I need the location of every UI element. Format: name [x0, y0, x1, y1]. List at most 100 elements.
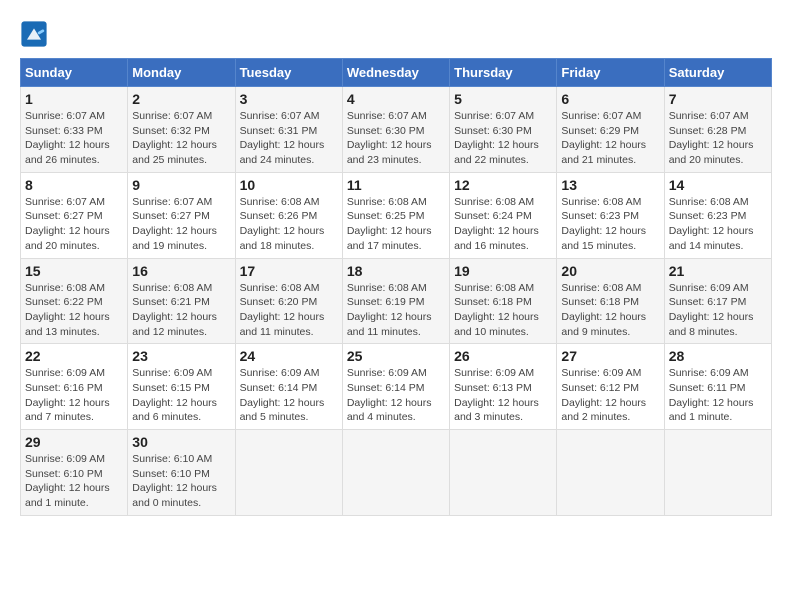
day-info: Sunrise: 6:09 AM Sunset: 6:12 PM Dayligh… — [561, 366, 659, 425]
day-info: Sunrise: 6:10 AM Sunset: 6:10 PM Dayligh… — [132, 452, 230, 511]
day-number: 24 — [240, 348, 338, 364]
day-info: Sunrise: 6:07 AM Sunset: 6:30 PM Dayligh… — [347, 109, 445, 168]
calendar-cell: 26Sunrise: 6:09 AM Sunset: 6:13 PM Dayli… — [450, 344, 557, 430]
calendar-cell: 6Sunrise: 6:07 AM Sunset: 6:29 PM Daylig… — [557, 87, 664, 173]
calendar-cell: 13 Sunrise: 6:08 AM Sunset: 6:23 PM Dayli… — [557, 172, 664, 258]
day-info: Sunrise: 6:08 AM Sunset: 6:20 PM Dayligh… — [240, 281, 338, 340]
day-number: 6 — [561, 91, 659, 107]
calendar-cell: 3 Sunrise: 6:07 AM Sunset: 6:31 PM Daylig… — [235, 87, 342, 173]
day-number: 17 — [240, 263, 338, 279]
calendar-cell: 25 Sunrise: 6:09 AM Sunset: 6:14 PM Dayli… — [342, 344, 449, 430]
day-info: Sunrise: 6:07 AM Sunset: 6:30 PM Dayligh… — [454, 109, 552, 168]
calendar-cell: 12 Sunrise: 6:08 AM Sunset: 6:24 PM Dayli… — [450, 172, 557, 258]
day-number: 7 — [669, 91, 767, 107]
calendar-cell — [342, 430, 449, 516]
day-info: Sunrise: 6:09 AM Sunset: 6:11 PM Dayligh… — [669, 366, 767, 425]
calendar-cell — [450, 430, 557, 516]
day-number: 14 — [669, 177, 767, 193]
calendar-cell: 9 Sunrise: 6:07 AM Sunset: 6:27 PM Daylig… — [128, 172, 235, 258]
day-number: 15 — [25, 263, 123, 279]
day-info: Sunrise: 6:08 AM Sunset: 6:21 PM Dayligh… — [132, 281, 230, 340]
day-number: 20 — [561, 263, 659, 279]
day-number: 21 — [669, 263, 767, 279]
calendar-cell — [664, 430, 771, 516]
day-info: Sunrise: 6:08 AM Sunset: 6:24 PM Dayligh… — [454, 195, 552, 254]
calendar-week-row: 22 Sunrise: 6:09 AM Sunset: 6:16 PM Dayli… — [21, 344, 772, 430]
header-saturday: Saturday — [664, 59, 771, 87]
day-number: 27 — [561, 348, 659, 364]
calendar-cell: 28 Sunrise: 6:09 AM Sunset: 6:11 PM Dayli… — [664, 344, 771, 430]
calendar-cell: 5 Sunrise: 6:07 AM Sunset: 6:30 PM Daylig… — [450, 87, 557, 173]
day-info: Sunrise: 6:07 AM Sunset: 6:28 PM Dayligh… — [669, 109, 767, 168]
day-number: 16 — [132, 263, 230, 279]
day-info: Sunrise: 6:08 AM Sunset: 6:18 PM Dayligh… — [454, 281, 552, 340]
calendar-cell: 17 Sunrise: 6:08 AM Sunset: 6:20 PM Dayli… — [235, 258, 342, 344]
day-number: 13 — [561, 177, 659, 193]
day-number: 18 — [347, 263, 445, 279]
calendar-cell: 24 Sunrise: 6:09 AM Sunset: 6:14 PM Dayli… — [235, 344, 342, 430]
day-number: 10 — [240, 177, 338, 193]
day-info: Sunrise: 6:09 AM Sunset: 6:14 PM Dayligh… — [240, 366, 338, 425]
page-header — [20, 20, 772, 48]
day-number: 19 — [454, 263, 552, 279]
calendar-cell: 4 Sunrise: 6:07 AM Sunset: 6:30 PM Daylig… — [342, 87, 449, 173]
day-number: 29 — [25, 434, 123, 450]
calendar-cell: 10Sunrise: 6:08 AM Sunset: 6:26 PM Dayli… — [235, 172, 342, 258]
calendar-cell: 22 Sunrise: 6:09 AM Sunset: 6:16 PM Dayli… — [21, 344, 128, 430]
calendar-week-row: 8Sunrise: 6:07 AM Sunset: 6:27 PM Daylig… — [21, 172, 772, 258]
calendar-cell: 8Sunrise: 6:07 AM Sunset: 6:27 PM Daylig… — [21, 172, 128, 258]
day-info: Sunrise: 6:09 AM Sunset: 6:13 PM Dayligh… — [454, 366, 552, 425]
day-info: Sunrise: 6:09 AM Sunset: 6:10 PM Dayligh… — [25, 452, 123, 511]
calendar-cell: 14 Sunrise: 6:08 AM Sunset: 6:23 PM Dayli… — [664, 172, 771, 258]
day-info: Sunrise: 6:08 AM Sunset: 6:25 PM Dayligh… — [347, 195, 445, 254]
day-number: 12 — [454, 177, 552, 193]
logo-icon — [20, 20, 48, 48]
logo — [20, 20, 50, 48]
header-friday: Friday — [557, 59, 664, 87]
calendar-cell: 11Sunrise: 6:08 AM Sunset: 6:25 PM Dayli… — [342, 172, 449, 258]
day-number: 1 — [25, 91, 123, 107]
header-wednesday: Wednesday — [342, 59, 449, 87]
calendar-cell: 29 Sunrise: 6:09 AM Sunset: 6:10 PM Dayli… — [21, 430, 128, 516]
day-number: 3 — [240, 91, 338, 107]
day-number: 4 — [347, 91, 445, 107]
day-info: Sunrise: 6:09 AM Sunset: 6:14 PM Dayligh… — [347, 366, 445, 425]
header-thursday: Thursday — [450, 59, 557, 87]
calendar-cell: 20Sunrise: 6:08 AM Sunset: 6:18 PM Dayli… — [557, 258, 664, 344]
day-number: 30 — [132, 434, 230, 450]
day-number: 9 — [132, 177, 230, 193]
calendar-cell: 7 Sunrise: 6:07 AM Sunset: 6:28 PM Daylig… — [664, 87, 771, 173]
day-info: Sunrise: 6:08 AM Sunset: 6:23 PM Dayligh… — [669, 195, 767, 254]
day-info: Sunrise: 6:07 AM Sunset: 6:33 PM Dayligh… — [25, 109, 123, 168]
calendar-table: SundayMondayTuesdayWednesdayThursdayFrid… — [20, 58, 772, 516]
day-info: Sunrise: 6:08 AM Sunset: 6:19 PM Dayligh… — [347, 281, 445, 340]
calendar-cell: 19 Sunrise: 6:08 AM Sunset: 6:18 PM Dayli… — [450, 258, 557, 344]
day-info: Sunrise: 6:08 AM Sunset: 6:23 PM Dayligh… — [561, 195, 659, 254]
calendar-cell — [557, 430, 664, 516]
calendar-cell — [235, 430, 342, 516]
calendar-cell: 15 Sunrise: 6:08 AM Sunset: 6:22 PM Dayli… — [21, 258, 128, 344]
day-info: Sunrise: 6:09 AM Sunset: 6:16 PM Dayligh… — [25, 366, 123, 425]
calendar-week-row: 1 Sunrise: 6:07 AM Sunset: 6:33 PM Daylig… — [21, 87, 772, 173]
day-info: Sunrise: 6:07 AM Sunset: 6:31 PM Dayligh… — [240, 109, 338, 168]
day-number: 5 — [454, 91, 552, 107]
header-monday: Monday — [128, 59, 235, 87]
header-tuesday: Tuesday — [235, 59, 342, 87]
calendar-cell: 30 Sunrise: 6:10 AM Sunset: 6:10 PM Dayli… — [128, 430, 235, 516]
day-number: 2 — [132, 91, 230, 107]
day-info: Sunrise: 6:07 AM Sunset: 6:27 PM Dayligh… — [132, 195, 230, 254]
day-info: Sunrise: 6:09 AM Sunset: 6:15 PM Dayligh… — [132, 366, 230, 425]
calendar-cell: 16 Sunrise: 6:08 AM Sunset: 6:21 PM Dayli… — [128, 258, 235, 344]
day-number: 22 — [25, 348, 123, 364]
day-info: Sunrise: 6:09 AM Sunset: 6:17 PM Dayligh… — [669, 281, 767, 340]
calendar-header-row: SundayMondayTuesdayWednesdayThursdayFrid… — [21, 59, 772, 87]
calendar-cell: 18 Sunrise: 6:08 AM Sunset: 6:19 PM Dayli… — [342, 258, 449, 344]
calendar-cell: 23Sunrise: 6:09 AM Sunset: 6:15 PM Dayli… — [128, 344, 235, 430]
day-number: 28 — [669, 348, 767, 364]
calendar-cell: 21 Sunrise: 6:09 AM Sunset: 6:17 PM Dayli… — [664, 258, 771, 344]
header-sunday: Sunday — [21, 59, 128, 87]
calendar-week-row: 15 Sunrise: 6:08 AM Sunset: 6:22 PM Dayli… — [21, 258, 772, 344]
day-info: Sunrise: 6:08 AM Sunset: 6:22 PM Dayligh… — [25, 281, 123, 340]
day-number: 25 — [347, 348, 445, 364]
calendar-week-row: 29 Sunrise: 6:09 AM Sunset: 6:10 PM Dayli… — [21, 430, 772, 516]
